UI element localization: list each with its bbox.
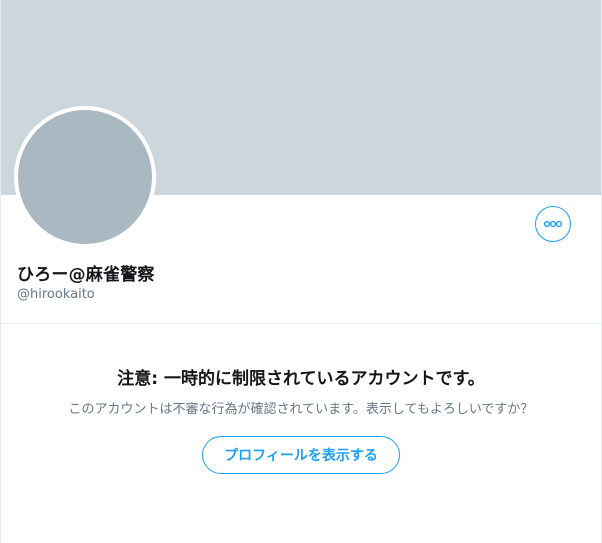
- profile-handle: @hirookaito: [17, 287, 95, 302]
- restricted-notice-body: このアカウントは不審な行為が確認されています。表示してもよろしいですか？: [68, 402, 534, 417]
- profile-avatar[interactable]: [14, 106, 156, 248]
- show-profile-button-label: プロフィールを表示する: [224, 448, 378, 464]
- profile-display-name: ひろー@麻雀警察: [17, 265, 155, 285]
- profile-page: ひろー@麻雀警察 @hirookaito 注意: 一時的に制限されているアカウン…: [0, 0, 602, 543]
- section-divider: [0, 323, 602, 324]
- more-horizontal-icon: [543, 220, 563, 228]
- more-options-button[interactable]: [535, 206, 571, 242]
- left-border: [0, 0, 1, 543]
- restricted-notice-title: 注意: 一時的に制限されているアカウントです。: [117, 369, 485, 389]
- show-profile-button[interactable]: プロフィールを表示する: [202, 436, 400, 474]
